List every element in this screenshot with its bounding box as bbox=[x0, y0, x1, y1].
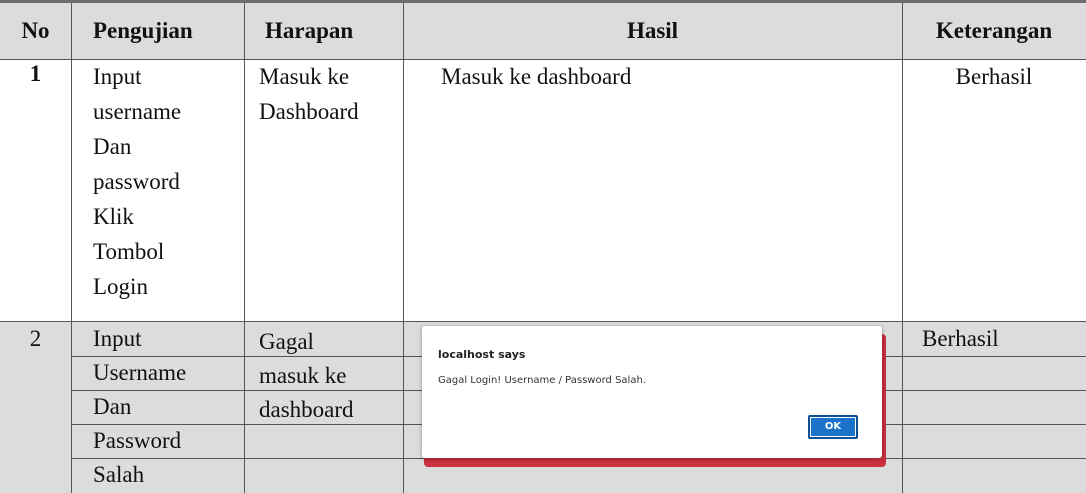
row-2-pengujian-line: Input bbox=[93, 326, 142, 351]
header-pengujian: Pengujian bbox=[93, 18, 193, 43]
row-1-pengujian-line: password bbox=[93, 169, 180, 194]
row-2-harapan: Gagal masuk ke dashboard bbox=[259, 325, 354, 427]
header-keterangan: Keterangan bbox=[935, 18, 1053, 43]
row-1-pengujian-line: Login bbox=[93, 274, 148, 299]
row-1-no: 1 bbox=[29, 61, 42, 86]
row-2-pengujian-line: Username bbox=[93, 360, 187, 385]
row-2-pengujian-line: Password bbox=[93, 428, 182, 453]
row-1-harapan-line: Masuk ke bbox=[259, 64, 350, 89]
row-1-pengujian-line: Input bbox=[93, 64, 142, 89]
row-2-pengujian-line: Dan bbox=[93, 394, 132, 419]
dialog-title: localhost says bbox=[438, 348, 526, 361]
row-1-pengujian-line: Tombol bbox=[93, 239, 165, 264]
row-2-harapan-line: dashboard bbox=[259, 397, 354, 422]
column-divider bbox=[244, 3, 245, 493]
row-2-pengujian-line: Salah bbox=[93, 462, 145, 487]
row-2-no: 2 bbox=[29, 326, 42, 351]
row-1-keterangan: Berhasil bbox=[955, 64, 1033, 89]
column-divider bbox=[71, 3, 72, 493]
header-harapan: Harapan bbox=[265, 18, 354, 43]
column-divider bbox=[403, 3, 404, 493]
row-2-harapan-line: Gagal bbox=[259, 329, 314, 354]
row-1-hasil: Masuk ke dashboard bbox=[441, 64, 632, 89]
row-1-pengujian-line: Klik bbox=[93, 204, 134, 229]
row-2-harapan-line: masuk ke bbox=[259, 363, 347, 388]
header-no: No bbox=[21, 18, 50, 43]
row-2-keterangan: Berhasil bbox=[922, 326, 999, 351]
row-1-pengujian-line: username bbox=[93, 99, 182, 124]
header-hasil: Hasil bbox=[626, 18, 679, 43]
row-2-pengujian: Input Username Dan Password Salah bbox=[93, 322, 186, 492]
dialog-message: Gagal Login! Username / Password Salah. bbox=[438, 375, 646, 386]
row-1-harapan: Masuk ke Dashboard bbox=[259, 59, 359, 129]
row-1-harapan-line: Dashboard bbox=[259, 99, 359, 124]
ok-button[interactable]: OK bbox=[808, 415, 858, 439]
row-1-pengujian-line: Dan bbox=[93, 134, 132, 159]
table-top-border bbox=[0, 0, 1086, 3]
alert-dialog: localhost says Gagal Login! Username / P… bbox=[422, 326, 882, 458]
row-1-pengujian: Input username Dan password Klik Tombol … bbox=[93, 59, 181, 304]
